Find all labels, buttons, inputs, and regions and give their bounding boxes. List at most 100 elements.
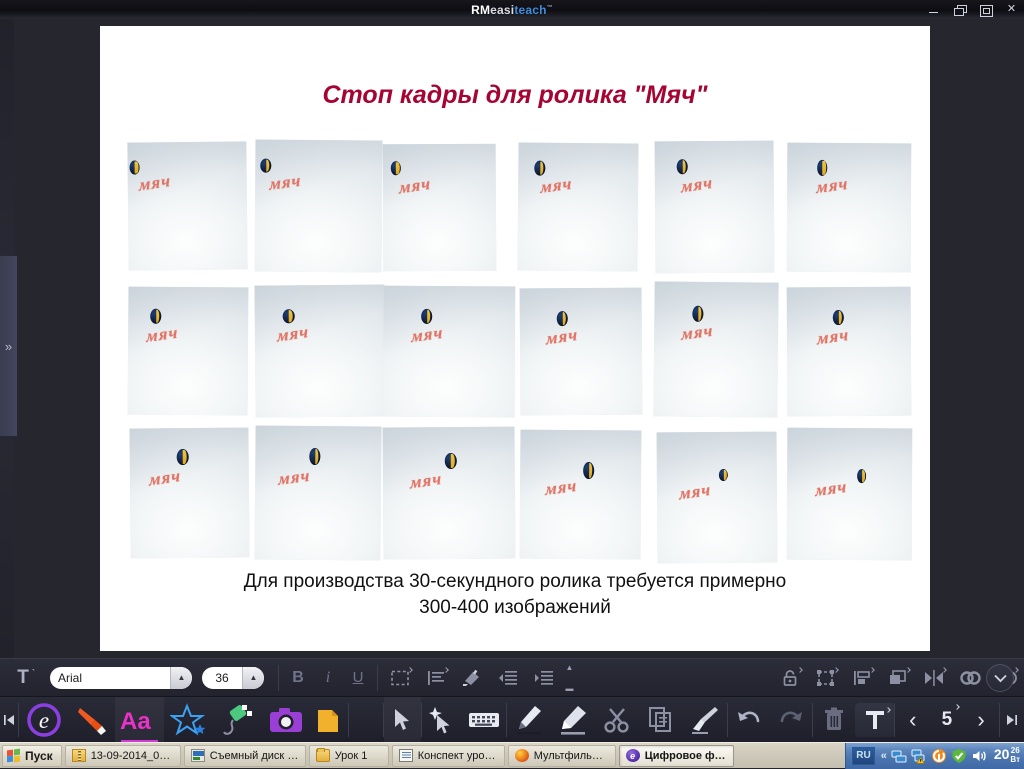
start-button[interactable]: Пуск bbox=[2, 744, 62, 767]
highlighter-pen-icon[interactable] bbox=[551, 697, 595, 743]
layer-order-icon[interactable] bbox=[880, 659, 916, 697]
paintbrush-icon[interactable] bbox=[69, 697, 115, 743]
underline-button[interactable]: U bbox=[343, 659, 373, 697]
photo-background bbox=[654, 140, 775, 274]
slide-photo[interactable]: мяч bbox=[656, 431, 778, 564]
next-page-button[interactable]: › bbox=[963, 697, 999, 743]
slide-photo[interactable]: мяч bbox=[653, 281, 779, 418]
select-box-icon[interactable] bbox=[382, 659, 418, 697]
slide-photo[interactable]: мяч bbox=[254, 284, 386, 418]
slide-photo[interactable]: мяч bbox=[786, 427, 913, 561]
taskbar-button-label: 13-09-2014_08-1... bbox=[90, 749, 174, 762]
taskbar-button[interactable]: e Цифровое фот... bbox=[618, 744, 734, 767]
font-family-value: Arial bbox=[58, 670, 83, 685]
taskbar-button[interactable]: Урок 1 bbox=[308, 744, 389, 767]
close-button[interactable]: ✕ bbox=[1005, 3, 1018, 16]
italic-button[interactable]: i bbox=[313, 659, 343, 697]
slide-photo[interactable]: мяч bbox=[127, 141, 248, 271]
plug-resources-icon[interactable] bbox=[213, 697, 262, 743]
slide-photo[interactable]: мяч bbox=[127, 286, 249, 416]
update-icon[interactable] bbox=[931, 748, 947, 764]
format-toolbar-scroll[interactable]: ▲ ▬ bbox=[564, 663, 575, 693]
slide-photo[interactable]: мяч bbox=[786, 142, 912, 273]
taskbar-button[interactable]: Конспект урока ... bbox=[391, 744, 505, 767]
taskbar-button[interactable]: Мультфильм - Те... bbox=[507, 744, 616, 767]
copy-icon[interactable] bbox=[639, 697, 683, 743]
slide-photo[interactable]: мяч bbox=[786, 286, 912, 417]
taskbar-button[interactable]: Съемный диск (H:) bbox=[183, 744, 306, 767]
easiteach-logo-icon[interactable]: e bbox=[19, 697, 69, 743]
media-icon[interactable] bbox=[310, 697, 347, 743]
font-family-dropdown-arrow[interactable]: ▲ bbox=[170, 666, 192, 689]
bold-button[interactable]: B bbox=[283, 659, 313, 697]
font-size-dropdown-arrow[interactable]: ▲ bbox=[242, 666, 264, 689]
volume-icon[interactable] bbox=[971, 748, 987, 764]
scroll-up-icon: ▲ bbox=[565, 662, 574, 672]
photo-handwritten-word: мяч bbox=[269, 170, 302, 194]
undo-icon[interactable] bbox=[727, 697, 769, 743]
align-objects-icon[interactable] bbox=[844, 659, 880, 697]
network-warning-icon[interactable] bbox=[911, 748, 927, 764]
photo-background bbox=[519, 287, 643, 416]
restore-button[interactable] bbox=[953, 3, 967, 16]
slide-photo[interactable]: мяч bbox=[519, 429, 642, 560]
antivirus-shield-icon[interactable] bbox=[951, 748, 967, 764]
cursor-select-icon[interactable] bbox=[383, 696, 422, 743]
slide-photo[interactable]: мяч bbox=[254, 139, 383, 273]
sidebar-expand-button[interactable]: » bbox=[0, 256, 17, 436]
align-left-icon[interactable] bbox=[418, 659, 454, 697]
eraser-icon[interactable] bbox=[595, 697, 639, 743]
photo-background bbox=[127, 141, 248, 271]
text-tool-icon[interactable]: Aa bbox=[115, 696, 165, 743]
delete-icon[interactable] bbox=[813, 697, 855, 743]
link-icon[interactable] bbox=[952, 659, 988, 697]
slide-caption: Для производства 30-секундного ролика тр… bbox=[160, 569, 870, 621]
text-box-icon[interactable] bbox=[855, 702, 895, 737]
select-box-expand-icon bbox=[407, 666, 413, 673]
slide-photo[interactable]: мяч bbox=[382, 143, 497, 272]
magic-select-icon[interactable] bbox=[422, 697, 463, 743]
text-format-button[interactable]: T ` bbox=[0, 659, 46, 697]
system-clock[interactable]: 20 26 Вт bbox=[994, 746, 1020, 764]
brush-icon[interactable] bbox=[683, 697, 727, 743]
brand-trademark: ™ bbox=[546, 4, 553, 11]
maximize-button[interactable] bbox=[979, 3, 993, 17]
photo-background bbox=[519, 429, 642, 560]
taskbar-button[interactable]: 13-09-2014_08-1... bbox=[64, 744, 181, 767]
slide-canvas[interactable]: Стоп кадры для ролика "Мяч" мяч мяч мяч мяч… bbox=[100, 26, 930, 651]
group-icon[interactable] bbox=[808, 659, 844, 697]
camera-icon[interactable] bbox=[262, 697, 311, 743]
slide-photo[interactable]: мяч bbox=[654, 140, 775, 274]
font-size-select[interactable]: 36 ▲ bbox=[202, 666, 264, 689]
slide-photo[interactable]: мяч bbox=[382, 426, 516, 560]
photo-ball bbox=[832, 310, 844, 326]
clock-day: Вт bbox=[1010, 754, 1020, 764]
font-family-select[interactable]: Arial ▲ bbox=[50, 666, 192, 689]
photo-background bbox=[653, 281, 779, 418]
prev-page-button[interactable]: ‹ bbox=[895, 697, 931, 743]
slide-photo[interactable]: мяч bbox=[254, 425, 382, 561]
indent-increase-icon[interactable] bbox=[526, 659, 562, 697]
highlighter-icon[interactable] bbox=[454, 659, 490, 697]
network-icon[interactable] bbox=[891, 748, 907, 764]
flip-horizontal-icon[interactable] bbox=[916, 659, 952, 697]
pen-icon[interactable] bbox=[507, 697, 551, 743]
last-page-button[interactable] bbox=[1000, 697, 1024, 743]
slide-photo[interactable]: мяч bbox=[129, 427, 250, 559]
first-page-button[interactable] bbox=[0, 697, 18, 743]
language-indicator[interactable]: RU bbox=[852, 746, 875, 765]
lock-icon[interactable] bbox=[772, 659, 808, 697]
format-toolbar-expand-button[interactable] bbox=[986, 664, 1014, 692]
page-number[interactable]: 5 bbox=[931, 697, 964, 743]
keyboard-icon[interactable] bbox=[462, 697, 506, 743]
minimize-button[interactable] bbox=[927, 3, 940, 16]
slide-photo[interactable]: мяч bbox=[382, 285, 516, 418]
redo-icon[interactable] bbox=[770, 697, 812, 743]
slide-photo[interactable]: мяч bbox=[519, 287, 643, 416]
shapes-star-icon[interactable] bbox=[164, 697, 213, 743]
window-title-bar: RMeasiteach™ ✕ bbox=[0, 0, 1024, 19]
slide-photo[interactable]: мяч bbox=[517, 142, 639, 272]
tray-expand-button[interactable]: « bbox=[881, 750, 887, 762]
zip-folder-icon bbox=[71, 749, 86, 762]
indent-decrease-icon[interactable] bbox=[490, 659, 526, 697]
